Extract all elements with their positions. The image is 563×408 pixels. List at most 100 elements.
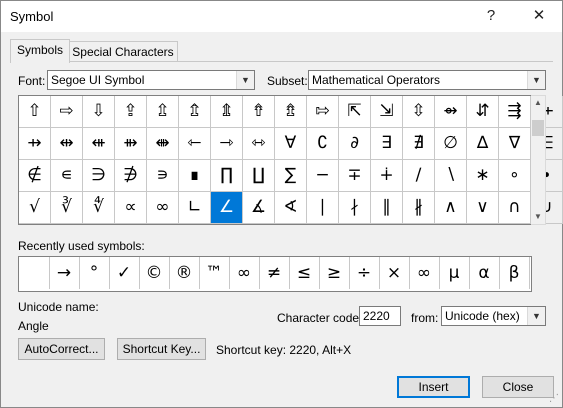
recent-symbol-cell[interactable]: µ bbox=[439, 257, 470, 289]
symbol-cell[interactable]: ∟ bbox=[179, 192, 211, 224]
symbol-cell[interactable]: ⇾ bbox=[211, 128, 243, 160]
recent-symbol-cell[interactable]: ™ bbox=[199, 257, 230, 289]
recent-symbols-row[interactable]: → ° ✓ © ® ™ ∞ ≠ ≤ ≥ ÷ × ∞ µ α β bbox=[18, 256, 532, 292]
symbol-cell[interactable]: ∥ bbox=[371, 192, 403, 224]
tab-special-characters[interactable]: Special Characters bbox=[68, 41, 178, 62]
symbol-cell[interactable]: ∛ bbox=[51, 192, 83, 224]
symbol-cell[interactable]: ∁ bbox=[307, 128, 339, 160]
symbol-cell[interactable]: ⇴ bbox=[435, 96, 467, 128]
symbol-cell[interactable]: ⇭ bbox=[211, 96, 243, 128]
symbol-cell[interactable]: ∑ bbox=[275, 160, 307, 192]
symbol-cell[interactable]: ⇺ bbox=[83, 128, 115, 160]
symbol-cell[interactable]: ⇬ bbox=[179, 96, 211, 128]
symbol-cell-selected[interactable]: ∠ bbox=[211, 192, 243, 224]
symbol-cell[interactable]: ⇼ bbox=[147, 128, 179, 160]
scroll-thumb[interactable] bbox=[532, 120, 544, 136]
symbol-cell[interactable]: ⇯ bbox=[275, 96, 307, 128]
symbol-cell[interactable]: ⇪ bbox=[115, 96, 147, 128]
symbol-cell[interactable]: ∦ bbox=[403, 192, 435, 224]
recent-symbol-cell[interactable]: α bbox=[469, 257, 500, 289]
symbol-cell[interactable]: ⇧ bbox=[19, 96, 51, 128]
symbol-cell[interactable]: ∎ bbox=[179, 160, 211, 192]
symbol-cell[interactable]: ∂ bbox=[339, 128, 371, 160]
recent-symbol-cell[interactable] bbox=[19, 257, 50, 289]
recent-symbol-cell[interactable]: ® bbox=[169, 257, 200, 289]
symbol-cell[interactable]: ⇱ bbox=[339, 96, 371, 128]
symbol-cell[interactable]: ⇩ bbox=[83, 96, 115, 128]
scroll-down-icon[interactable]: ▼ bbox=[531, 210, 545, 224]
recent-symbol-cell[interactable]: ✓ bbox=[109, 257, 140, 289]
recent-symbol-cell[interactable]: ° bbox=[79, 257, 110, 289]
symbol-cell[interactable]: ∩ bbox=[499, 192, 531, 224]
symbol-cell[interactable]: ⇶ bbox=[499, 96, 531, 128]
recent-symbol-cell[interactable]: ∞ bbox=[229, 257, 260, 289]
symbol-cell[interactable]: ∞ bbox=[147, 192, 179, 224]
recent-symbol-cell[interactable]: ≥ bbox=[319, 257, 350, 289]
symbol-cell[interactable]: ∝ bbox=[115, 192, 147, 224]
recent-symbol-cell[interactable]: ≤ bbox=[289, 257, 320, 289]
recent-symbol-cell[interactable]: © bbox=[139, 257, 170, 289]
symbol-cell[interactable]: ∃ bbox=[371, 128, 403, 160]
symbol-cell[interactable]: ∋ bbox=[83, 160, 115, 192]
symbol-cell[interactable]: √ bbox=[19, 192, 51, 224]
symbol-cell[interactable]: ∐ bbox=[243, 160, 275, 192]
symbol-cell[interactable]: ∉ bbox=[19, 160, 51, 192]
tab-symbols[interactable]: Symbols bbox=[10, 39, 70, 63]
symbol-cell[interactable]: ∕ bbox=[403, 160, 435, 192]
symbol-cell[interactable]: ∇ bbox=[499, 128, 531, 160]
symbol-cell[interactable]: ∨ bbox=[467, 192, 499, 224]
shortcut-key-button[interactable]: Shortcut Key... bbox=[117, 338, 206, 360]
symbol-cell[interactable]: ⇹ bbox=[51, 128, 83, 160]
close-button[interactable]: Close bbox=[482, 376, 554, 398]
symbol-cell[interactable]: ∖ bbox=[435, 160, 467, 192]
symbol-cell[interactable]: ∆ bbox=[467, 128, 499, 160]
symbol-cell[interactable]: ∜ bbox=[83, 192, 115, 224]
symbol-cell[interactable]: ∊ bbox=[51, 160, 83, 192]
symbol-cell[interactable]: ⇰ bbox=[307, 96, 339, 128]
symbol-grid[interactable]: ⇧ ⇨ ⇩ ⇪ ⇫ ⇬ ⇭ ⇮ ⇯ ⇰ ⇱ ⇲ ⇳ ⇴ ⇵ ⇶ ⇷ ⇸ ⇹ ⇺ ⇻ ⇼ ⇽ ⇾ ⇿ ∀ ∁ ∂ ∃ ∄ ∅ ∆ ∇ ∈ ∉ ∊ ∋ ∌ ∍ ∎… bbox=[18, 95, 563, 225]
symbol-cell[interactable]: ∘ bbox=[499, 160, 531, 192]
symbol-cell[interactable]: ∢ bbox=[275, 192, 307, 224]
symbol-cell[interactable]: ∄ bbox=[403, 128, 435, 160]
symbol-cell[interactable]: ⇳ bbox=[403, 96, 435, 128]
recent-symbol-cell[interactable]: × bbox=[379, 257, 410, 289]
close-window-button[interactable]: ✕ bbox=[527, 5, 551, 27]
character-code-input[interactable]: 2220 bbox=[359, 306, 401, 326]
autocorrect-button[interactable]: AutoCorrect... bbox=[18, 338, 105, 360]
symbol-cell[interactable]: ∤ bbox=[339, 192, 371, 224]
subset-select[interactable]: Mathematical Operators ▼ bbox=[308, 70, 546, 90]
resize-grip-icon[interactable]: ⋰ bbox=[549, 394, 559, 404]
help-button[interactable]: ? bbox=[479, 5, 503, 27]
symbol-cell[interactable]: ∅ bbox=[435, 128, 467, 160]
from-select[interactable]: Unicode (hex) ▼ bbox=[441, 306, 546, 326]
recent-symbol-cell[interactable]: ÷ bbox=[349, 257, 380, 289]
symbol-cell[interactable]: ⇲ bbox=[371, 96, 403, 128]
symbol-grid-scrollbar[interactable]: ▲ ▼ bbox=[531, 95, 546, 225]
symbol-cell[interactable]: ∏ bbox=[211, 160, 243, 192]
symbol-cell[interactable]: − bbox=[307, 160, 339, 192]
symbol-cell[interactable]: ⇸ bbox=[19, 128, 51, 160]
symbol-cell[interactable]: ⇫ bbox=[147, 96, 179, 128]
recent-symbol-cell[interactable]: ≠ bbox=[259, 257, 290, 289]
symbol-cell[interactable]: ∧ bbox=[435, 192, 467, 224]
symbol-cell[interactable]: ∍ bbox=[147, 160, 179, 192]
symbol-cell[interactable]: ∀ bbox=[275, 128, 307, 160]
symbol-cell[interactable]: ⇨ bbox=[51, 96, 83, 128]
symbol-cell[interactable]: ∌ bbox=[115, 160, 147, 192]
symbol-cell[interactable]: ⇮ bbox=[243, 96, 275, 128]
symbol-cell[interactable]: ∗ bbox=[467, 160, 499, 192]
insert-button[interactable]: Insert bbox=[397, 376, 470, 398]
recent-symbol-cell[interactable]: ∞ bbox=[409, 257, 440, 289]
symbol-cell[interactable]: ⇽ bbox=[179, 128, 211, 160]
symbol-cell[interactable]: ⇻ bbox=[115, 128, 147, 160]
scroll-up-icon[interactable]: ▲ bbox=[531, 96, 545, 110]
symbol-cell[interactable]: ⇿ bbox=[243, 128, 275, 160]
symbol-cell[interactable]: ∡ bbox=[243, 192, 275, 224]
font-select[interactable]: Segoe UI Symbol ▼ bbox=[47, 70, 255, 90]
symbol-cell[interactable]: ∓ bbox=[339, 160, 371, 192]
recent-symbol-cell[interactable]: → bbox=[49, 257, 80, 289]
symbol-cell[interactable]: ⇵ bbox=[467, 96, 499, 128]
symbol-cell[interactable]: ∔ bbox=[371, 160, 403, 192]
recent-symbol-cell[interactable]: β bbox=[499, 257, 530, 289]
symbol-cell[interactable]: ∣ bbox=[307, 192, 339, 224]
